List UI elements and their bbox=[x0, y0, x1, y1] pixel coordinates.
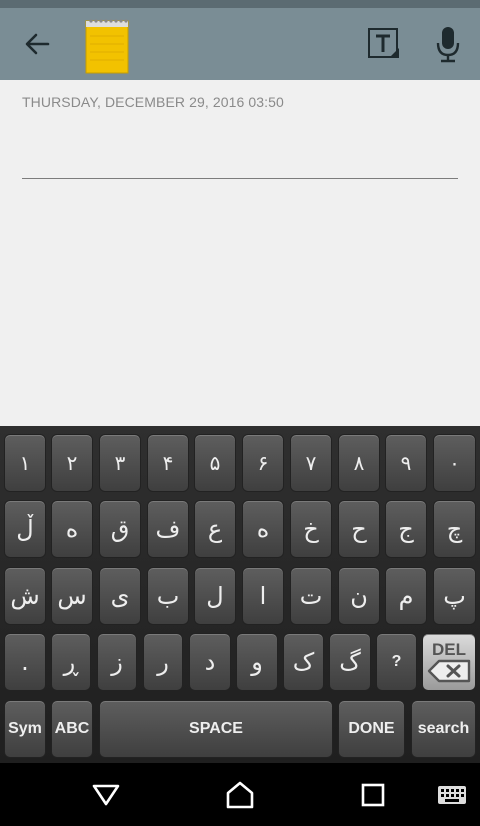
key-digit[interactable]: ٨ bbox=[338, 434, 380, 492]
microphone-icon bbox=[436, 27, 460, 63]
key-letter[interactable]: م bbox=[385, 567, 427, 625]
key-letter[interactable]: ی bbox=[99, 567, 141, 625]
done-key[interactable]: DONE bbox=[338, 700, 405, 758]
key-period[interactable]: . bbox=[4, 633, 46, 691]
app-notepad-icon-button bbox=[84, 16, 130, 74]
home-icon bbox=[226, 781, 254, 809]
square-recents-icon bbox=[361, 783, 385, 807]
note-date: THURSDAY, DECEMBER 29, 2016 03:50 bbox=[22, 94, 284, 110]
key-letter[interactable]: ز bbox=[97, 633, 137, 691]
key-letter[interactable]: ش bbox=[4, 567, 46, 625]
title-divider bbox=[22, 178, 458, 179]
key-letter[interactable]: ع bbox=[194, 500, 236, 558]
key-question[interactable]: ? bbox=[376, 633, 417, 691]
keyboard-icon bbox=[438, 786, 466, 804]
key-letter[interactable]: ر bbox=[143, 633, 183, 691]
nav-home-button[interactable] bbox=[218, 775, 262, 815]
nav-recents-button[interactable] bbox=[351, 775, 395, 815]
key-letter[interactable]: پ bbox=[433, 567, 476, 625]
key-digit[interactable]: ٠ bbox=[433, 434, 476, 492]
key-letter[interactable]: ج bbox=[385, 500, 427, 558]
arrow-left-icon bbox=[25, 33, 50, 55]
voice-input-button[interactable] bbox=[428, 20, 468, 68]
key-letter[interactable]: ق bbox=[99, 500, 141, 558]
app-toolbar bbox=[0, 8, 480, 80]
delete-key[interactable]: DEL bbox=[422, 633, 476, 691]
text-format-icon bbox=[368, 28, 399, 58]
key-letter[interactable]: ک bbox=[283, 633, 324, 691]
key-digit[interactable]: ٢ bbox=[51, 434, 93, 492]
notepad-icon bbox=[85, 19, 129, 74]
key-letter[interactable]: د bbox=[189, 633, 231, 691]
nav-back-button[interactable] bbox=[84, 775, 128, 815]
back-button[interactable] bbox=[14, 22, 60, 66]
triangle-back-icon bbox=[92, 784, 120, 806]
key-digit[interactable]: ٩ bbox=[385, 434, 427, 492]
key-digit[interactable]: ۵ bbox=[194, 434, 236, 492]
key-letter[interactable]: ا bbox=[242, 567, 284, 625]
system-nav-bar bbox=[0, 763, 480, 826]
space-key[interactable]: SPACE bbox=[99, 700, 333, 758]
note-editor[interactable]: THURSDAY, DECEMBER 29, 2016 03:50 bbox=[0, 80, 480, 426]
search-key[interactable]: search bbox=[411, 700, 476, 758]
key-letter[interactable]: س bbox=[51, 567, 93, 625]
key-digit[interactable]: ٣ bbox=[99, 434, 141, 492]
key-letter[interactable]: گ bbox=[329, 633, 371, 691]
key-letter[interactable]: ت bbox=[290, 567, 332, 625]
text-format-button[interactable] bbox=[362, 22, 406, 66]
backspace-icon bbox=[427, 659, 471, 683]
key-letter[interactable]: ح bbox=[338, 500, 380, 558]
abc-key[interactable]: ABC bbox=[51, 700, 93, 758]
status-strip bbox=[0, 0, 480, 8]
key-digit[interactable]: ١ bbox=[4, 434, 46, 492]
key-letter[interactable]: ف bbox=[147, 500, 189, 558]
key-letter[interactable]: ن bbox=[338, 567, 380, 625]
key-letter[interactable]: ل bbox=[194, 567, 236, 625]
key-letter[interactable]: ە bbox=[51, 500, 93, 558]
key-letter[interactable]: و bbox=[236, 633, 278, 691]
nav-keyboard-switch-button[interactable] bbox=[430, 775, 474, 815]
key-digit[interactable]: ۶ bbox=[242, 434, 284, 492]
delete-key-label: DEL bbox=[432, 640, 466, 659]
key-letter[interactable]: چ bbox=[433, 500, 476, 558]
key-letter[interactable]: ه bbox=[242, 500, 284, 558]
key-letter[interactable]: ب bbox=[147, 567, 189, 625]
key-digit[interactable]: ٧ bbox=[290, 434, 332, 492]
key-digit[interactable]: ۴ bbox=[147, 434, 189, 492]
key-letter[interactable]: ڕ bbox=[51, 633, 91, 691]
soft-keyboard: ١ ٢ ٣ ۴ ۵ ۶ ٧ ٨ ٩ ٠ ڵ ە ق ف ع ه خ ح ج چ … bbox=[0, 426, 480, 763]
key-letter[interactable]: ڵ bbox=[4, 500, 46, 558]
key-letter[interactable]: خ bbox=[290, 500, 332, 558]
sym-key[interactable]: Sym bbox=[4, 700, 46, 758]
